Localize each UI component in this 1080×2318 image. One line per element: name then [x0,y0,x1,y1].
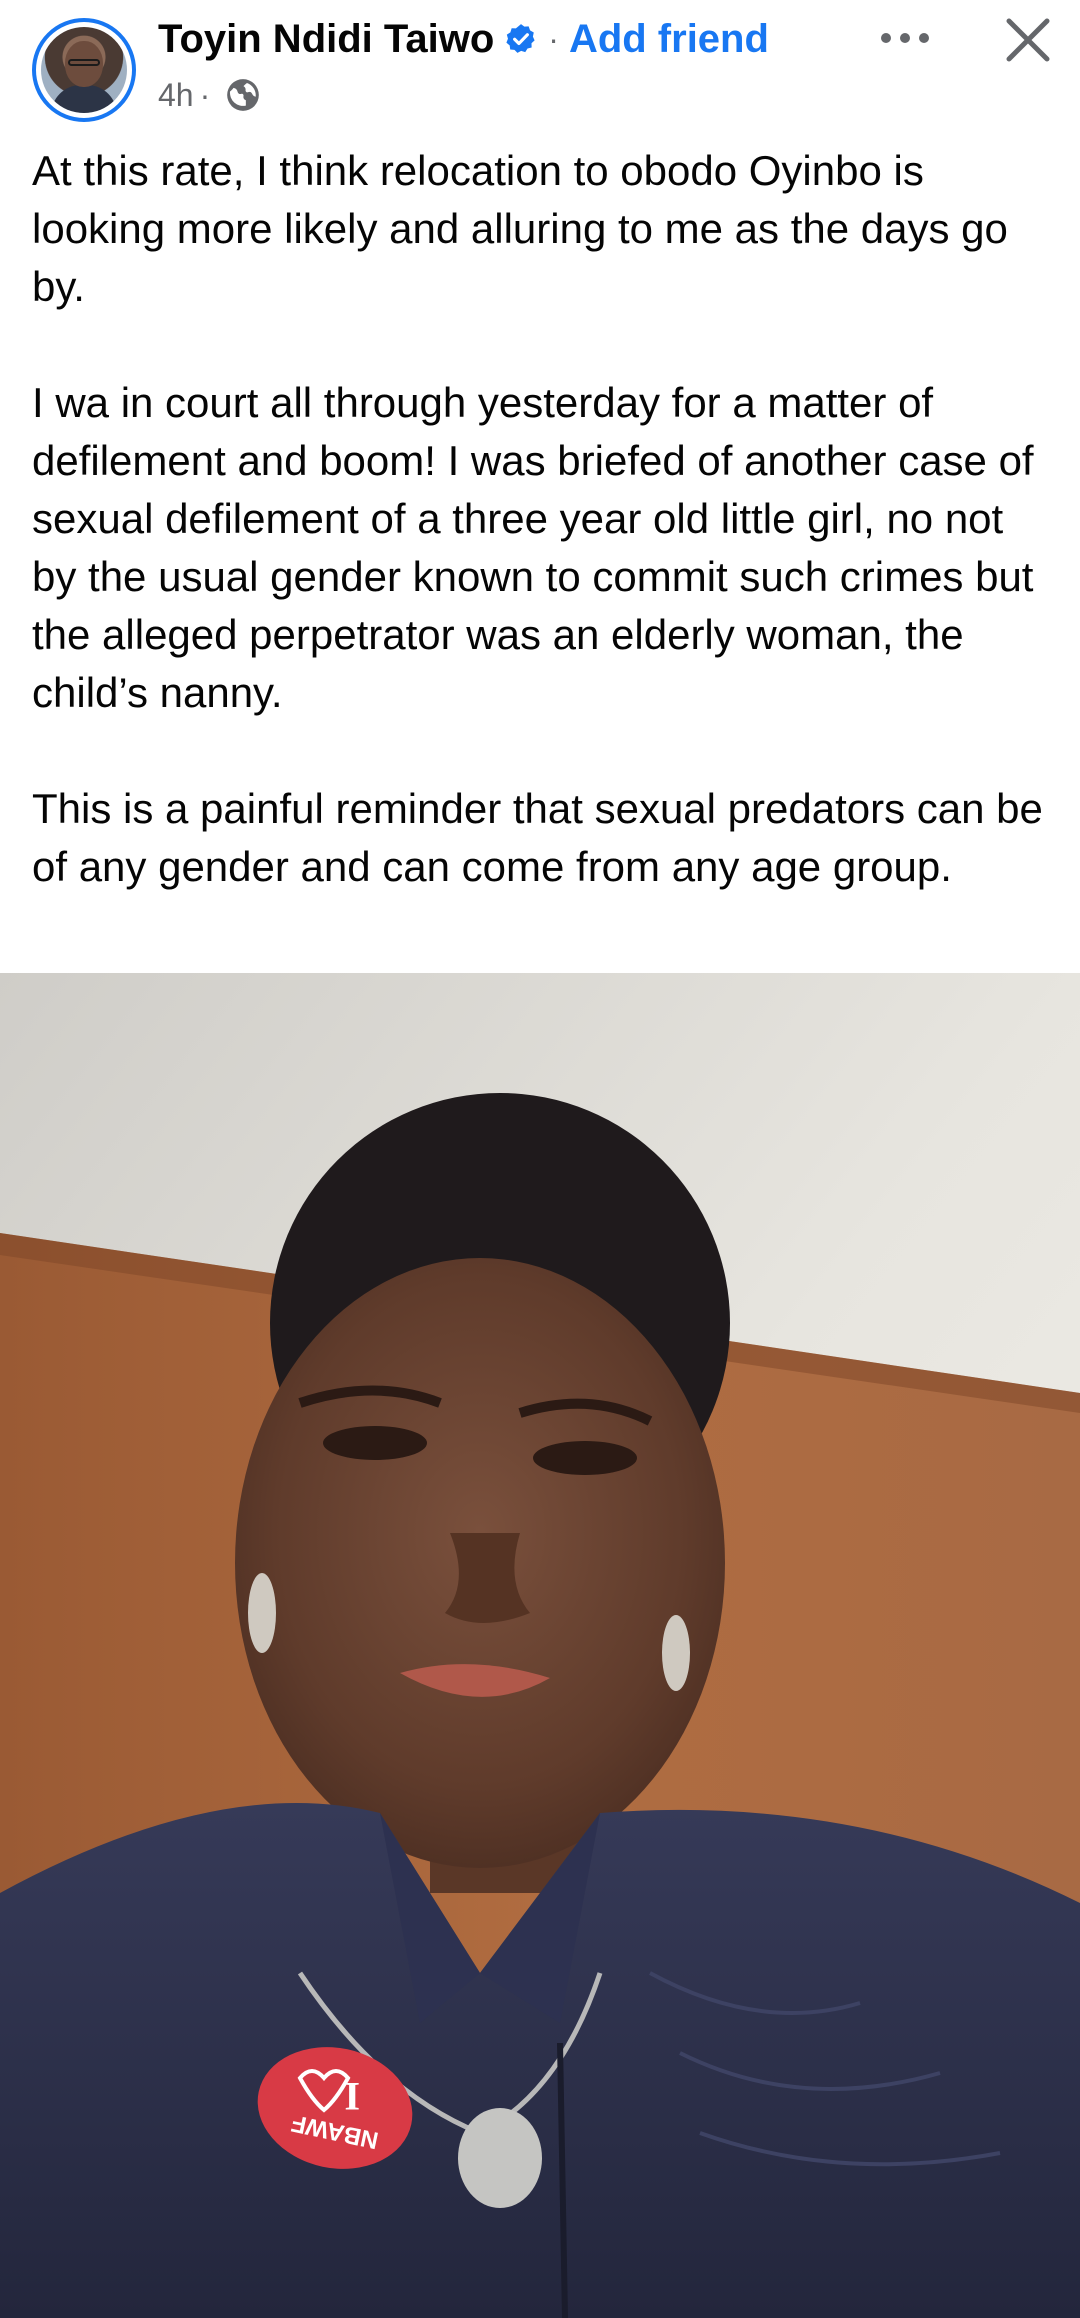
add-friend-button[interactable]: Add friend [569,17,769,62]
author-row: Toyin Ndidi Taiwo · Add friend [158,14,769,64]
post-paragraph: This is a painful reminder that sexual p… [32,785,1043,890]
post-photo[interactable]: I NBAWF [0,973,1080,2318]
globe-icon[interactable] [224,76,262,114]
separator-dot: · [548,20,559,57]
post-paragraph: I wa in court all through yesterday for … [32,379,1034,716]
more-options-button[interactable] [874,18,936,58]
verified-badge-icon [506,24,535,53]
post-paragraph: At this rate, I think relocation to obod… [32,147,1008,310]
post-timestamp[interactable]: 4h [158,77,194,114]
post-meta: 4h · [158,74,262,116]
meta-separator: · [199,76,211,113]
profile-avatar[interactable] [32,18,136,122]
close-icon [1006,18,1050,62]
badge-letter: I [344,2074,360,2119]
author-name[interactable]: Toyin Ndidi Taiwo [158,17,494,62]
close-button[interactable] [1000,12,1056,68]
selfie-image: I NBAWF [0,973,1080,2318]
more-options-icon [881,33,929,43]
post-body: At this rate, I think relocation to obod… [32,142,1052,896]
avatar-image [41,27,127,113]
post-header: Toyin Ndidi Taiwo · Add friend 4h · [0,0,1080,135]
